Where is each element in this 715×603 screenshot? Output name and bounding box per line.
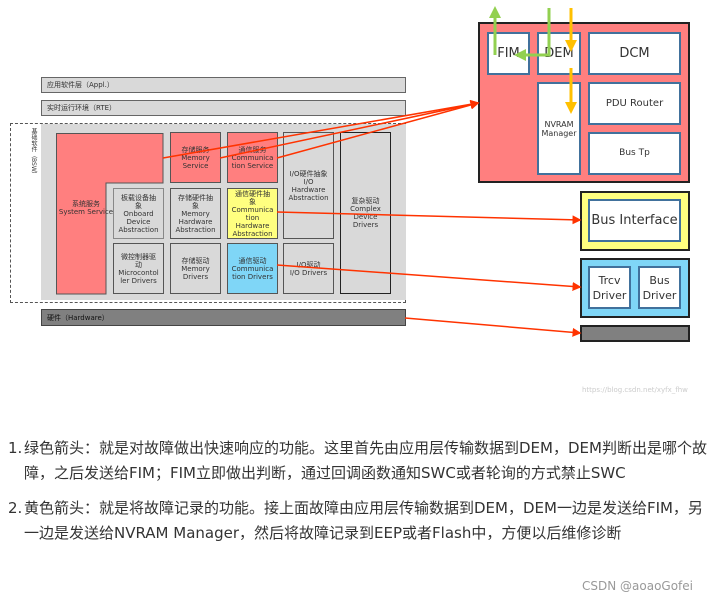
arrows-overlay bbox=[162, 6, 582, 337]
red-arrow-drivers bbox=[276, 264, 582, 291]
red-arrow-comm bbox=[276, 100, 480, 159]
red-arrow-hardware bbox=[404, 317, 582, 337]
diagram-watermark: https://blog.csdn.net/xyfx_fhw bbox=[582, 386, 688, 394]
red-arrow-hw-abs bbox=[276, 211, 582, 225]
list-item: 1. 绿色箭头：就是对故障做出快速响应的功能。这里首先由应用层传输数据到DEM，… bbox=[8, 436, 708, 486]
list-item: 2. 黄色箭头：就是将故障记录的功能。接上面故障由应用层传输数据到DEM，DEM… bbox=[8, 496, 708, 546]
list-text: 绿色箭头：就是对故障做出快速响应的功能。这里首先由应用层传输数据到DEM，DEM… bbox=[24, 439, 707, 482]
list-number: 2. bbox=[8, 499, 23, 517]
csdn-watermark: CSDN @aoaoGofei bbox=[582, 579, 693, 593]
explanation-list: 1. 绿色箭头：就是对故障做出快速响应的功能。这里首先由应用层传输数据到DEM，… bbox=[8, 436, 708, 556]
green-arrow-dem-fim bbox=[514, 8, 551, 61]
red-arrow-system bbox=[162, 99, 480, 159]
list-text: 黄色箭头：就是将故障记录的功能。接上面故障由应用层传输数据到DEM，DEM一边是… bbox=[24, 499, 703, 542]
list-number: 1. bbox=[8, 439, 23, 457]
red-arrow-memory bbox=[219, 100, 480, 159]
